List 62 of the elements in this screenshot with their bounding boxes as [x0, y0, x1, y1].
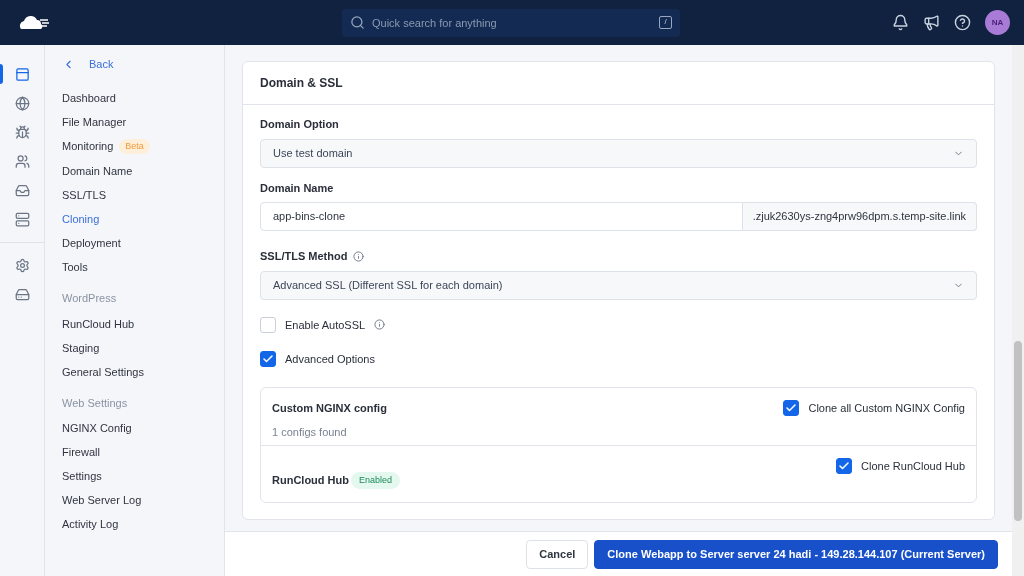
bug-icon[interactable] [14, 125, 30, 140]
sidebar-item[interactable]: Activity Log [62, 517, 119, 531]
sidebar-item[interactable]: File Manager [62, 114, 127, 129]
megaphone-icon[interactable] [923, 14, 940, 31]
shortcut-key: / [659, 15, 672, 29]
checkbox-label: Enable AutoSSL [285, 317, 366, 333]
sidebar-item[interactable]: Settings [62, 469, 102, 483]
sidebar-item[interactable]: Monitoring [62, 139, 114, 154]
domain-name-field[interactable]: app-bins-clone [260, 202, 743, 231]
option-subtitle: 1 configs found [272, 425, 348, 440]
globe-icon[interactable] [14, 96, 30, 111]
server-icon[interactable] [14, 212, 30, 227]
checkbox-label: Clone all Custom NGINX Config [808, 400, 965, 416]
checkbox-label: Advanced Options [285, 352, 375, 367]
sidebar-item[interactable]: SSL/TLS [62, 188, 107, 202]
scrollbar[interactable] [1012, 45, 1024, 576]
checkbox[interactable] [836, 457, 853, 474]
cloud-logo-icon[interactable] [18, 15, 50, 30]
section-heading: WordPress [62, 291, 118, 306]
checkbox[interactable] [783, 399, 800, 416]
notification-icon[interactable] [892, 14, 909, 31]
sidebar-item[interactable]: Tools [62, 260, 88, 274]
team-icon[interactable] [14, 154, 30, 169]
sidebar-item[interactable]: Staging [62, 340, 100, 355]
clone-button[interactable]: Clone Webapp to Server server 24 hadi - 149.28.144.107 (Current Server) [594, 539, 998, 569]
user-avatar[interactable]: NA [985, 10, 1010, 35]
info-icon[interactable] [374, 319, 386, 331]
status-badge: Enabled [351, 471, 400, 489]
option-title: RunCloud Hub [272, 473, 349, 488]
search-icon [350, 14, 365, 30]
option-title: Custom NGINX config [272, 400, 387, 416]
checkbox[interactable] [260, 351, 276, 368]
field-label: SSL/TLS Method [260, 249, 348, 264]
card-title: Domain & SSL [243, 62, 994, 105]
drive-icon[interactable] [14, 287, 30, 302]
domain-suffix: .zjuk2630ys-zng4prw96dpm.s.temp-site.link [742, 202, 977, 231]
back-link[interactable]: Back [62, 56, 114, 73]
check-icon [838, 459, 851, 472]
checkbox-label: Clone RunCloud Hub [861, 458, 965, 474]
sidebar-item[interactable]: Cloning [62, 212, 100, 226]
sidebar-item[interactable]: Web Server Log [62, 493, 142, 507]
inbox-icon[interactable] [14, 183, 30, 198]
field-label: Domain Option [260, 117, 340, 132]
sidebar-item[interactable]: RunCloud Hub [62, 316, 135, 331]
help-icon[interactable] [954, 14, 971, 31]
info-icon[interactable] [353, 250, 365, 262]
sidebar-item[interactable]: Firewall [62, 445, 100, 459]
field-label: Domain Name [260, 180, 335, 196]
domain-option-select[interactable]: Use test domain [260, 138, 977, 168]
cancel-button[interactable]: Cancel [526, 539, 589, 569]
settings-icon[interactable] [14, 258, 30, 273]
window-icon[interactable] [14, 67, 30, 82]
sidebar-item[interactable]: NGINX Config [62, 421, 132, 435]
sidebar-item[interactable]: Domain Name [62, 164, 133, 178]
check-icon [785, 401, 798, 414]
beta-badge: Beta [119, 138, 150, 154]
sidebar-item[interactable]: Deployment [62, 236, 121, 250]
active-indicator [0, 64, 3, 84]
sidebar-item[interactable]: General Settings [62, 364, 144, 379]
ssl-method-select[interactable]: Advanced SSL (Different SSL for each domain) [260, 270, 977, 300]
sidebar-item[interactable]: Dashboard [62, 90, 116, 105]
section-heading: Web Settings [62, 395, 129, 411]
